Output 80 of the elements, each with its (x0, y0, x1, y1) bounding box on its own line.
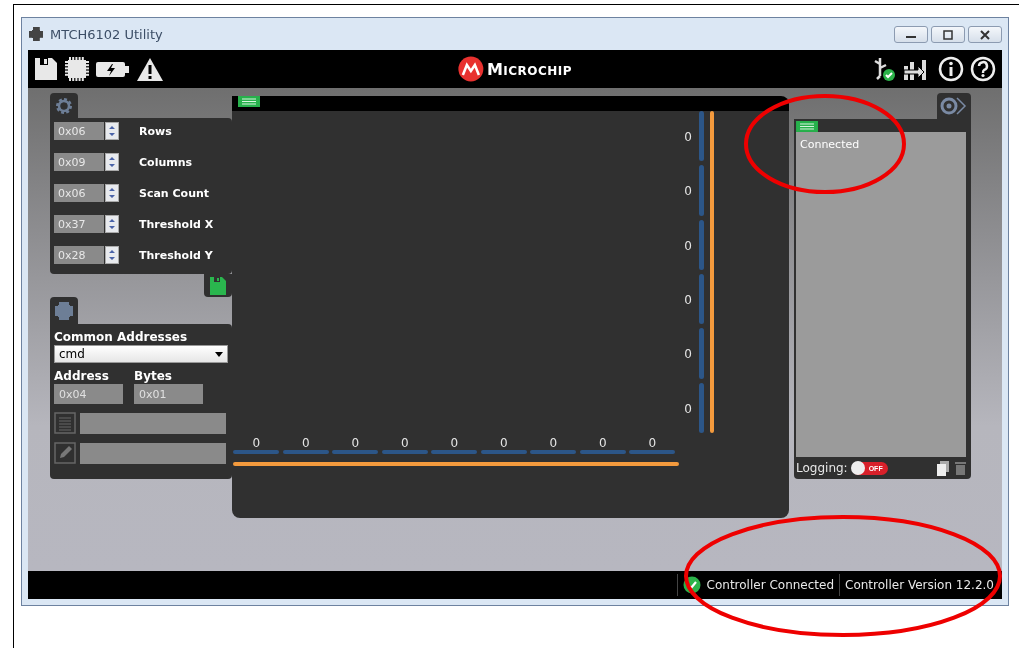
caret-icon (215, 351, 223, 357)
minimize-button[interactable] (894, 26, 928, 43)
app-icon (28, 26, 44, 42)
edit-icon[interactable] (54, 442, 76, 464)
logging-label: Logging: (796, 461, 848, 476)
spinner-button[interactable] (105, 215, 119, 233)
value-field[interactable]: 0x09 (54, 153, 104, 171)
field-label: Common Addresses (54, 330, 189, 344)
column-bar (629, 450, 676, 454)
field-label: Address (54, 369, 110, 383)
help-icon[interactable] (970, 56, 996, 82)
address-dropdown[interactable]: cmd (54, 345, 228, 363)
column-bar (480, 450, 527, 454)
row-bar (698, 165, 704, 216)
settings-icon[interactable] (54, 95, 74, 116)
row-reading: 0 (684, 401, 692, 416)
setting-label: Threshold Y (139, 248, 213, 262)
column-reading: 0 (252, 436, 261, 450)
warning-icon[interactable] (136, 56, 164, 82)
row-reading: 0 (684, 238, 692, 253)
bytes-field[interactable]: 0x01 (134, 384, 203, 404)
logo-icon (457, 56, 484, 82)
value-field[interactable]: 0x28 (54, 246, 104, 264)
spinner-button[interactable] (105, 184, 119, 202)
setting-label: Rows (139, 124, 172, 138)
spinner-button[interactable] (105, 246, 119, 264)
info-icon[interactable] (938, 56, 964, 82)
setting-label: Columns (139, 155, 193, 169)
value-field[interactable]: 0x06 (54, 122, 104, 140)
column-reading: 0 (301, 436, 310, 450)
column-bar (530, 450, 577, 454)
field-label: Bytes (134, 369, 173, 383)
address-field[interactable]: 0x04 (54, 384, 123, 404)
spinner-button[interactable] (105, 153, 119, 171)
close-button[interactable] (968, 26, 1002, 43)
close-icon (979, 29, 991, 40)
row-reading: 0 (684, 293, 692, 308)
list-tab-icon[interactable] (796, 121, 818, 132)
row-reading: 0 (684, 184, 692, 199)
row-reading: 0 (684, 347, 692, 362)
battery-icon[interactable] (96, 59, 130, 79)
row-reading: 0 (684, 130, 692, 145)
status-text: Controller Connected (706, 578, 835, 592)
value-field[interactable]: 0x06 (54, 184, 104, 202)
logo-text: MICROCHIP (486, 59, 573, 79)
row-bar (698, 382, 704, 433)
maximize-button[interactable] (931, 26, 965, 43)
row-bar (698, 328, 704, 379)
column-reading: 0 (648, 436, 657, 450)
log-line: Connected (800, 137, 861, 151)
value-field[interactable]: 0x37 (54, 215, 104, 233)
eye-arrow-icon[interactable] (939, 96, 969, 116)
column-reading: 0 (400, 436, 409, 450)
copy-icon[interactable] (937, 460, 949, 476)
save-icon[interactable] (34, 57, 58, 81)
read-field[interactable] (80, 412, 226, 434)
column-reading: 0 (499, 436, 508, 450)
column-bar (431, 450, 478, 454)
column-reading: 0 (351, 436, 360, 450)
column-bar (381, 450, 428, 454)
column-reading: 0 (598, 436, 607, 450)
row-bar (698, 111, 704, 162)
row-bar (698, 219, 704, 270)
column-bar (579, 450, 626, 454)
write-field[interactable] (80, 442, 226, 464)
maximize-icon (942, 29, 954, 40)
column-reading: 0 (549, 436, 558, 450)
status-text: Controller Version 12.2.0 (845, 578, 994, 592)
row-bar (698, 274, 704, 325)
column-bar (233, 450, 280, 454)
column-bar (282, 450, 329, 454)
trash-icon[interactable] (955, 461, 966, 476)
chip-icon[interactable] (64, 56, 90, 82)
window-title: MTCH6102 Utility (50, 26, 163, 42)
check-icon (682, 576, 701, 594)
spinner-button[interactable] (105, 122, 119, 140)
setting-label: Scan Count (139, 186, 210, 200)
setting-label: Threshold X (139, 217, 214, 231)
column-reading: 0 (450, 436, 459, 450)
column-bar (332, 450, 379, 454)
